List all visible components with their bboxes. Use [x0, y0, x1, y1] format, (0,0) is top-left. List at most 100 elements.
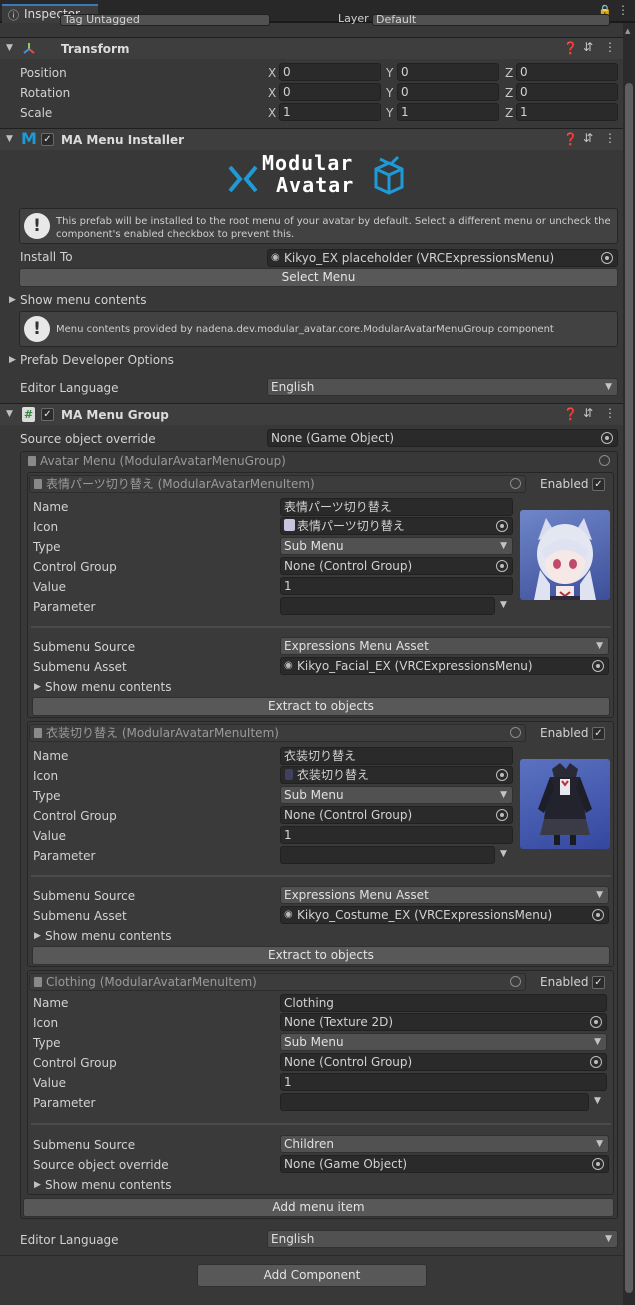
source-object-override-field[interactable]: None (Game Object) [267, 429, 618, 447]
object-picker-icon[interactable] [592, 1158, 604, 1170]
foldout-arrow-icon[interactable]: ▼ [6, 409, 13, 419]
menu-item-1-name-field[interactable]: 表情パーツ切り替え [280, 498, 513, 516]
menu-item-1-show-menu-contents[interactable]: Show menu contents [45, 677, 172, 697]
axis-y-label[interactable]: Y [386, 104, 393, 122]
foldout-arrow-icon[interactable]: ▼ [6, 134, 13, 144]
transform-header[interactable]: ▼ Transform ❓ ⇵ ⋮ [0, 37, 623, 59]
menu-group-enabled-checkbox[interactable]: ✓ [41, 408, 54, 421]
preset-icon[interactable]: ⇵ [583, 40, 593, 54]
menu-item-2-submenu-asset-field[interactable]: ◉ Kikyo_Costume_EX (VRCExpressionsMenu) [280, 906, 609, 924]
menu-item-3-header[interactable]: Clothing (ModularAvatarMenuItem) [29, 973, 526, 991]
object-picker-icon[interactable] [592, 660, 604, 672]
menu-item-3-icon-field[interactable]: None (Texture 2D) [280, 1013, 607, 1031]
menu-item-2-icon-field[interactable]: 衣装切り替え [280, 766, 513, 784]
preset-icon[interactable]: ⇵ [583, 406, 593, 420]
menu-item-2-type-dropdown[interactable]: Sub Menu ▼ [280, 786, 513, 804]
position-x-field[interactable]: 0 [279, 63, 381, 81]
menu-item-1-parameter-field[interactable] [280, 597, 495, 615]
menu-item-1-header[interactable]: 表情パーツ切り替え (ModularAvatarMenuItem) [29, 475, 526, 493]
help-icon[interactable]: ❓ [563, 407, 578, 421]
axis-x-label[interactable]: X [268, 104, 276, 122]
scrollbar-track[interactable]: ▲ [623, 23, 635, 1305]
axis-z-label[interactable]: Z [505, 104, 513, 122]
component-menu-icon[interactable]: ⋮ [604, 40, 616, 54]
position-z-field[interactable]: 0 [516, 63, 618, 81]
menu-item-2-extract-button[interactable]: Extract to objects [32, 946, 610, 965]
menu-item-2-control-group-field[interactable]: None (Control Group) [280, 806, 513, 824]
menu-item-3-name-field[interactable]: Clothing [280, 994, 607, 1012]
menu-item-1-icon-field[interactable]: 表情パーツ切り替え [280, 517, 513, 535]
menu-item-3-parameter-field[interactable] [280, 1093, 589, 1111]
menu-item-3-show-menu-contents[interactable]: Show menu contents [45, 1175, 172, 1195]
scale-z-field[interactable]: 1 [516, 103, 618, 121]
object-picker-icon[interactable] [496, 809, 508, 821]
show-menu-contents-arrow-icon[interactable]: ▶ [9, 295, 16, 305]
axis-x-label[interactable]: X [268, 84, 276, 102]
show-menu-contents-arrow-icon[interactable]: ▶ [34, 1180, 41, 1190]
object-picker-icon[interactable] [601, 252, 613, 264]
preset-icon[interactable]: ⇵ [583, 131, 593, 145]
prefab-dev-arrow-icon[interactable]: ▶ [9, 355, 16, 365]
show-menu-contents-arrow-icon[interactable]: ▶ [34, 931, 41, 941]
scale-x-field[interactable]: 1 [279, 103, 381, 121]
axis-z-label[interactable]: Z [505, 84, 513, 102]
menu-group-editor-language-dropdown[interactable]: English ▼ [267, 1230, 618, 1248]
menu-item-3-source-override-field[interactable]: None (Game Object) [280, 1155, 609, 1173]
rotation-y-field[interactable]: 0 [397, 83, 499, 101]
menu-item-2-submenu-source-dropdown[interactable]: Expressions Menu Asset ▼ [280, 886, 609, 904]
menu-item-2-show-menu-contents[interactable]: Show menu contents [45, 926, 172, 946]
parameter-dropdown-arrow-icon[interactable]: ▼ [500, 600, 507, 610]
menu-item-2-enabled-checkbox[interactable]: ✓ [592, 727, 605, 740]
axis-y-label[interactable]: Y [386, 64, 393, 82]
menu-item-2-parameter-field[interactable] [280, 846, 495, 864]
position-y-field[interactable]: 0 [397, 63, 499, 81]
axis-x-label[interactable]: X [268, 64, 276, 82]
object-picker-icon[interactable] [496, 520, 508, 532]
help-icon[interactable]: ❓ [563, 132, 578, 146]
object-picker-icon[interactable] [592, 909, 604, 921]
menu-item-1-submenu-asset-field[interactable]: ◉ Kikyo_Facial_EX (VRCExpressionsMenu) [280, 657, 609, 675]
menu-group-header[interactable]: ▼ # ✓ MA Menu Group ❓ ⇵ ⋮ [0, 403, 623, 425]
parameter-dropdown-arrow-icon[interactable]: ▼ [594, 1096, 601, 1106]
select-menu-button[interactable]: Select Menu [19, 268, 618, 287]
layer-dropdown[interactable]: Default [372, 14, 610, 26]
menu-item-1-extract-button[interactable]: Extract to objects [32, 697, 610, 716]
tag-dropdown[interactable]: Tag Untagged [60, 14, 270, 26]
install-to-field[interactable]: ◉ Kikyo_EX placeholder (VRCExpressionsMe… [267, 249, 618, 267]
parameter-dropdown-arrow-icon[interactable]: ▼ [500, 849, 507, 859]
menu-item-3-value-field[interactable]: 1 [280, 1073, 607, 1091]
object-picker-icon[interactable] [510, 478, 521, 489]
object-picker-icon[interactable] [590, 1056, 602, 1068]
scrollbar-up[interactable]: ▲ [625, 27, 630, 35]
axis-z-label[interactable]: Z [505, 64, 513, 82]
scale-y-field[interactable]: 1 [397, 103, 499, 121]
show-menu-contents-arrow-icon[interactable]: ▶ [34, 682, 41, 692]
menu-item-3-enabled-checkbox[interactable]: ✓ [592, 976, 605, 989]
axis-y-label[interactable]: Y [386, 84, 393, 102]
editor-language-dropdown[interactable]: English ▼ [267, 378, 618, 396]
prefab-developer-options-foldout[interactable]: Prefab Developer Options [20, 350, 174, 370]
object-picker-icon[interactable] [599, 455, 610, 466]
rotation-x-field[interactable]: 0 [279, 83, 381, 101]
component-menu-icon[interactable]: ⋮ [604, 406, 616, 420]
object-picker-icon[interactable] [510, 976, 521, 987]
object-picker-icon[interactable] [601, 432, 613, 444]
add-menu-item-button[interactable]: Add menu item [23, 1198, 614, 1217]
menu-item-2-name-field[interactable]: 衣装切り替え [280, 747, 513, 765]
component-menu-icon[interactable]: ⋮ [604, 131, 616, 145]
help-icon[interactable]: ❓ [563, 41, 578, 55]
menu-item-1-enabled-checkbox[interactable]: ✓ [592, 478, 605, 491]
object-picker-icon[interactable] [496, 769, 508, 781]
foldout-arrow-icon[interactable]: ▼ [6, 43, 13, 53]
menu-item-3-submenu-source-dropdown[interactable]: Children ▼ [280, 1135, 609, 1153]
menu-installer-header[interactable]: ▼ M ✓ MA Menu Installer ❓ ⇵ ⋮ [0, 128, 623, 150]
object-picker-icon[interactable] [496, 560, 508, 572]
menu-item-1-submenu-source-dropdown[interactable]: Expressions Menu Asset ▼ [280, 637, 609, 655]
object-picker-icon[interactable] [590, 1016, 602, 1028]
menu-item-3-type-dropdown[interactable]: Sub Menu ▼ [280, 1033, 607, 1051]
add-component-button[interactable]: Add Component [197, 1264, 427, 1287]
menu-item-2-header[interactable]: 衣装切り替え (ModularAvatarMenuItem) [29, 724, 526, 742]
rotation-z-field[interactable]: 0 [516, 83, 618, 101]
menu-item-1-value-field[interactable]: 1 [280, 577, 513, 595]
menu-installer-enabled-checkbox[interactable]: ✓ [41, 133, 54, 146]
